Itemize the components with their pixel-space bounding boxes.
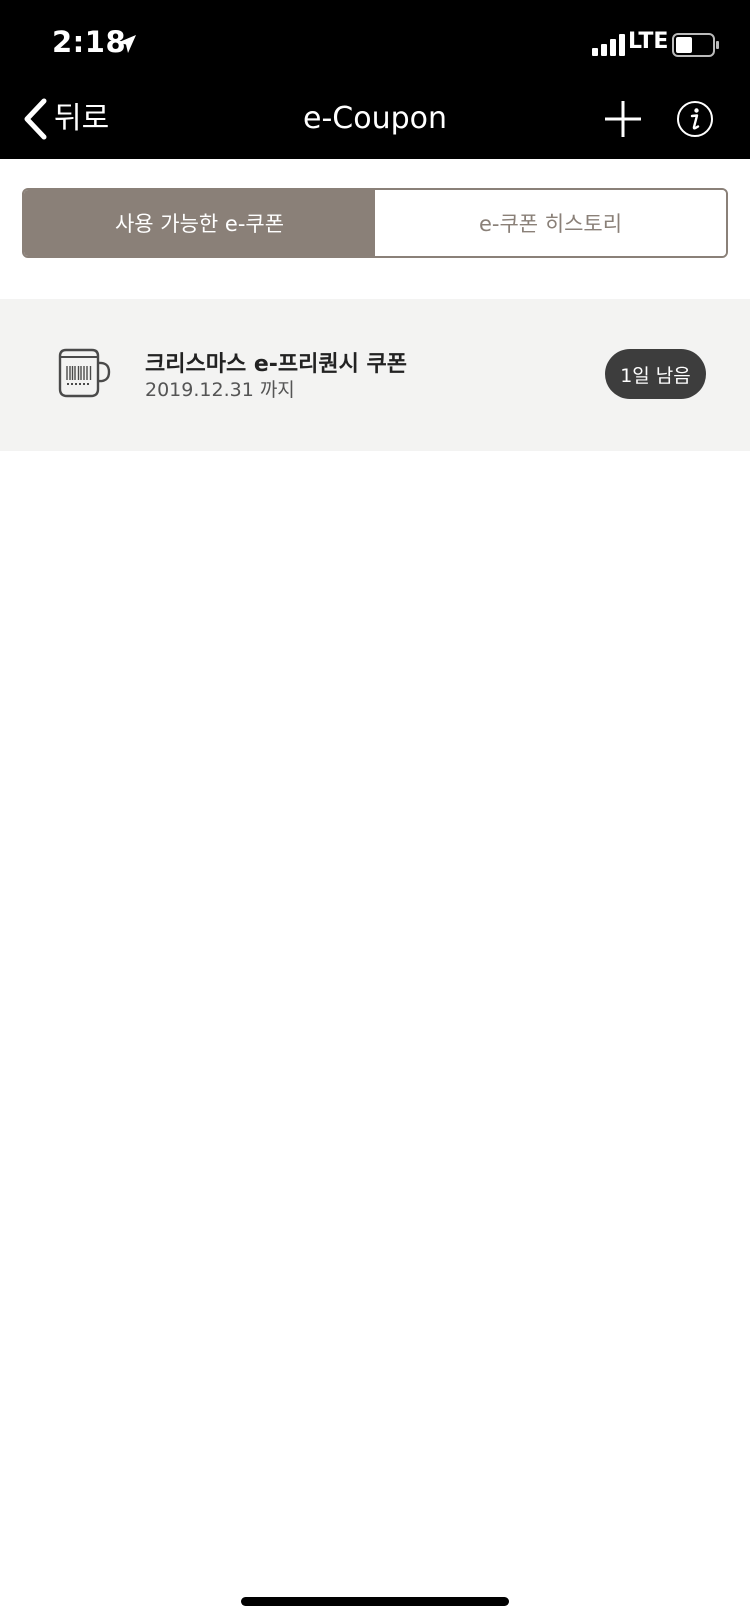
battery-icon bbox=[672, 33, 719, 57]
top-bar: 2:18 LTE 뒤로 e-Coupon bbox=[0, 0, 750, 159]
tab-coupon-history[interactable]: e-쿠폰 히스토리 bbox=[375, 190, 726, 256]
coupon-tab-control: 사용 가능한 e-쿠폰 e-쿠폰 히스토리 bbox=[22, 188, 728, 258]
coupon-list: 크리스마스 e-프리퀀시 쿠폰 2019.12.31 까지 1일 남음 bbox=[0, 299, 750, 451]
ecoupon-screen: 2:18 LTE 뒤로 e-Coupon 사용 가능한 e-쿠폰 e-쿠폰 히스… bbox=[0, 0, 750, 1623]
network-type: LTE bbox=[628, 29, 669, 54]
back-label: 뒤로 bbox=[54, 101, 110, 136]
chevron-left-icon bbox=[24, 98, 47, 140]
coupon-expiry: 2019.12.31 까지 bbox=[145, 379, 295, 401]
coupon-list-item[interactable]: 크리스마스 e-프리퀀시 쿠폰 2019.12.31 까지 1일 남음 bbox=[0, 299, 750, 451]
days-remaining-badge: 1일 남음 bbox=[605, 349, 706, 399]
coffee-mug-barcode-icon bbox=[58, 348, 111, 398]
plus-icon[interactable] bbox=[603, 99, 643, 139]
signal-bars-icon bbox=[592, 34, 625, 56]
home-indicator bbox=[241, 1597, 509, 1606]
coupon-title: 크리스마스 e-프리퀀시 쿠폰 bbox=[145, 352, 408, 377]
location-arrow-icon bbox=[118, 35, 136, 53]
info-icon[interactable] bbox=[676, 100, 714, 138]
back-button[interactable]: 뒤로 bbox=[22, 96, 109, 142]
tab-available-coupons[interactable]: 사용 가능한 e-쿠폰 bbox=[24, 190, 375, 256]
